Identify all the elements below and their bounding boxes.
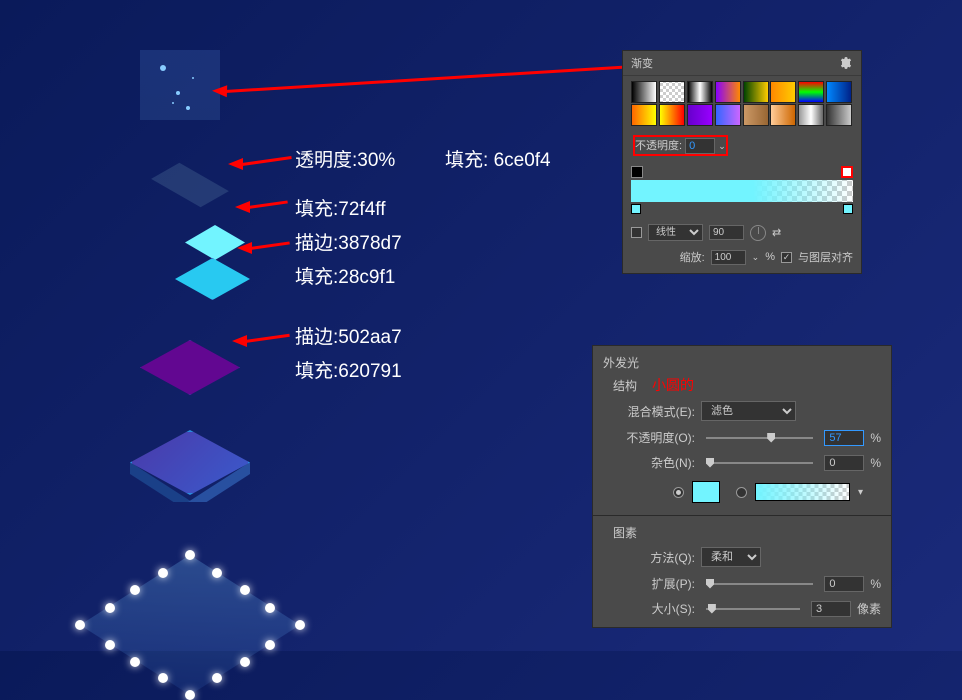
spread-label: 扩展(P): xyxy=(613,575,695,592)
gear-icon[interactable] xyxy=(839,56,853,70)
reverse-checkbox[interactable] xyxy=(631,227,642,238)
gradient-swatch[interactable] xyxy=(687,104,713,126)
annotation-fill-620791: 填充:620791 xyxy=(295,356,402,383)
scale-label: 缩放: xyxy=(680,249,705,265)
annotation-stroke-502aa7: 描边:502aa7 xyxy=(295,322,402,349)
gradient-swatch[interactable] xyxy=(659,104,685,126)
annotation-opacity: 透明度:30% xyxy=(295,145,395,172)
diamond-purple-shape xyxy=(140,340,240,395)
percent: % xyxy=(870,431,881,445)
color-stop-left[interactable] xyxy=(631,204,641,214)
color-radio[interactable] xyxy=(673,487,684,498)
annotation-fill-label: 填充: 6ce0f4 xyxy=(445,145,551,172)
align-checkbox[interactable]: ✓ xyxy=(781,252,792,263)
diamond-outline-shape xyxy=(80,555,300,695)
cube-3d-shape xyxy=(120,430,260,525)
gradient-swatch[interactable] xyxy=(687,81,713,103)
gradient-swatch[interactable] xyxy=(715,81,741,103)
dropdown-chevron-icon[interactable]: ▾ xyxy=(858,487,863,498)
spread-slider[interactable] xyxy=(706,583,813,585)
diamond-dark-shape xyxy=(151,163,229,208)
annotation-fill-72f4ff: 填充:72f4ff xyxy=(295,194,385,221)
flip-icon[interactable]: ⇄ xyxy=(772,226,781,239)
noise-label: 杂色(N): xyxy=(613,454,695,471)
outer-glow-panel: 外发光 结构 小圆的 混合模式(E): 滤色 不透明度(O): % 杂色(N): xyxy=(592,345,892,628)
gradient-opacity-input[interactable] xyxy=(685,138,715,154)
gradient-scale-input[interactable] xyxy=(711,250,746,265)
method-select[interactable]: 柔和 xyxy=(701,547,761,567)
gradient-swatch[interactable] xyxy=(743,104,769,126)
noise-slider[interactable] xyxy=(706,462,813,464)
glow-opacity-slider[interactable] xyxy=(706,437,813,439)
percent: % xyxy=(870,456,881,470)
gradient-bar-area xyxy=(623,160,861,218)
gradient-bar[interactable] xyxy=(631,180,853,202)
structure-label: 结构 xyxy=(613,377,637,394)
size-slider[interactable] xyxy=(706,608,800,610)
blend-mode-select[interactable]: 滤色 xyxy=(701,401,796,421)
gradient-swatches xyxy=(623,76,861,131)
gradient-swatch[interactable] xyxy=(798,104,824,126)
glow-color-box[interactable] xyxy=(692,481,720,503)
gradient-angle-input[interactable] xyxy=(709,225,744,240)
gradient-panel-title: 渐变 xyxy=(631,55,653,71)
size-input[interactable] xyxy=(811,601,851,617)
gradient-swatch[interactable] xyxy=(826,81,852,103)
glow-opacity-label: 不透明度(O): xyxy=(613,429,695,446)
pixel-label: 像素 xyxy=(857,600,881,617)
elements-label: 图素 xyxy=(613,524,637,541)
gradient-swatch[interactable] xyxy=(631,81,657,103)
glow-gradient-preview[interactable] xyxy=(755,483,850,501)
color-stop-right[interactable] xyxy=(843,204,853,214)
gradient-swatch[interactable] xyxy=(743,81,769,103)
gradient-opacity-row: 不透明度: ⌄ xyxy=(623,131,861,160)
angle-icon xyxy=(750,225,766,241)
gradient-swatch[interactable] xyxy=(631,104,657,126)
gradient-panel-header: 渐变 xyxy=(623,51,861,76)
percent: % xyxy=(765,251,775,263)
opacity-stop-right[interactable] xyxy=(841,166,853,178)
dropdown-chevron-icon[interactable]: ⌄ xyxy=(718,141,726,151)
gradient-radio[interactable] xyxy=(736,487,747,498)
diamond-cyan-dark-shape xyxy=(175,258,250,300)
size-label: 大小(S): xyxy=(613,600,695,617)
gradient-swatch[interactable] xyxy=(798,81,824,103)
particle-layer-shape xyxy=(140,50,220,120)
opacity-label: 不透明度: ⌄ xyxy=(633,135,728,156)
annotation-stroke-3878d7: 描边:3878d7 xyxy=(295,228,402,255)
opacity-stop-left[interactable] xyxy=(631,166,643,178)
gradient-swatch[interactable] xyxy=(770,81,796,103)
gradient-style-select[interactable]: 线性 xyxy=(648,224,703,241)
glow-opacity-input[interactable] xyxy=(824,430,864,446)
align-label: 与图层对齐 xyxy=(798,249,853,265)
diamond-cyan-light-shape xyxy=(185,225,245,260)
annotation-fill-28c9f1: 填充:28c9f1 xyxy=(295,262,395,289)
gradient-panel: 渐变 不透明度: ⌄ 线性 ⇄ 缩放: ⌄ xyxy=(622,50,862,274)
red-note: 小圆的 xyxy=(652,375,694,395)
glow-title: 外发光 xyxy=(603,352,881,373)
gradient-swatch[interactable] xyxy=(826,104,852,126)
gradient-swatch[interactable] xyxy=(770,104,796,126)
spread-input[interactable] xyxy=(824,576,864,592)
gradient-swatch[interactable] xyxy=(715,104,741,126)
dropdown-chevron-icon[interactable]: ⌄ xyxy=(752,252,760,263)
method-label: 方法(Q): xyxy=(613,549,695,566)
blend-mode-label: 混合模式(E): xyxy=(613,403,695,420)
gradient-swatch[interactable] xyxy=(659,81,685,103)
percent: % xyxy=(870,577,881,591)
noise-input[interactable] xyxy=(824,455,864,471)
